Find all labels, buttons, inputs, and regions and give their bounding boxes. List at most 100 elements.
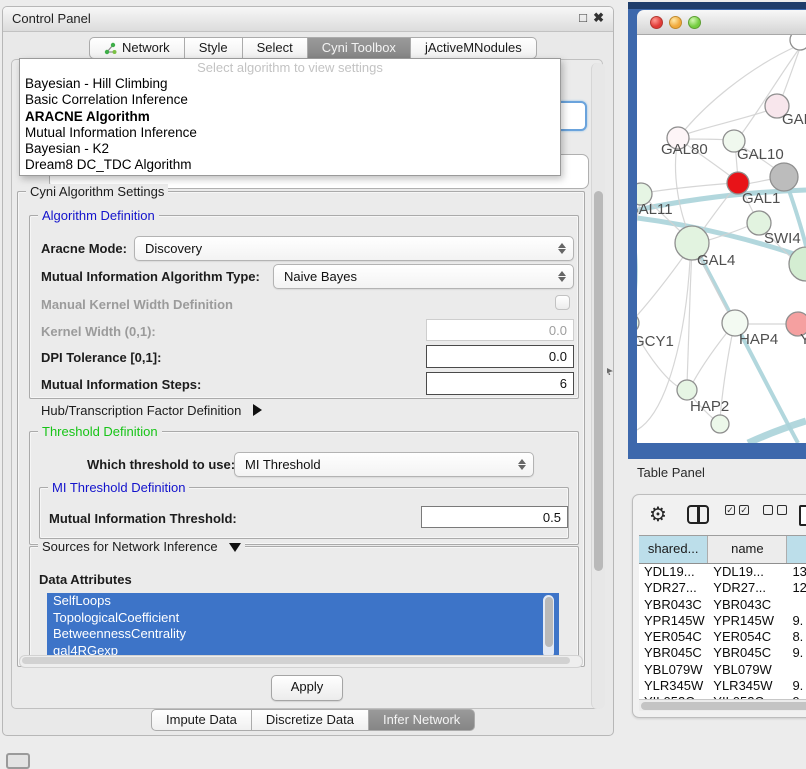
node-label: GAL: [782, 111, 806, 128]
table-row[interactable]: YBR045CYBR045C9.: [639, 645, 806, 661]
manual-kernel-checkbox[interactable]: [555, 295, 570, 310]
table-cell: YBR045C: [639, 645, 708, 661]
node-label: HAP2: [690, 398, 729, 415]
table-cell: YER054C: [639, 629, 708, 645]
table-cell: YER054C: [708, 629, 787, 645]
close-traffic-light-icon[interactable]: [650, 16, 663, 29]
apply-button[interactable]: Apply: [271, 675, 343, 701]
tab-label: Cyni Toolbox: [322, 37, 396, 59]
network-node[interactable]: [677, 380, 697, 400]
table-cell: [787, 597, 806, 613]
tab-style[interactable]: Style: [185, 37, 243, 59]
node-label: GAL10: [737, 146, 784, 163]
tab-jactivemnodules[interactable]: jActiveMNodules: [411, 37, 537, 59]
table-cell: 9.: [787, 645, 806, 661]
scrollbar-thumb[interactable]: [545, 597, 553, 647]
gear-icon[interactable]: ⚙: [649, 505, 667, 525]
stepper-arrows-icon: [558, 237, 566, 260]
network-view-window: GALGAL80GAL10GAL1GAL11SWI4GAL4GCY1HAP4YH…: [628, 2, 806, 459]
tab-select[interactable]: Select: [243, 37, 308, 59]
table-body: YDL19...YDL19...13YDR27...YDR27...12YBR0…: [639, 564, 806, 702]
table-row[interactable]: YPR145WYPR145W9.: [639, 613, 806, 629]
table-row[interactable]: YDR27...YDR27...12: [639, 580, 806, 596]
attribute-item[interactable]: SelfLoops: [47, 593, 559, 610]
table-cell: YDL19...: [708, 564, 787, 580]
control-panel-titlebar: Control Panel □ ✖: [3, 7, 613, 32]
algorithm-hint: Select algorithm to view settings: [20, 59, 560, 76]
close-icon[interactable]: ✖: [593, 10, 604, 26]
sources-title: Sources for Network Inference: [42, 539, 218, 554]
mi-steps-field[interactable]: 6: [426, 372, 574, 395]
minimize-traffic-light-icon[interactable]: [669, 16, 682, 29]
table-row[interactable]: YLR345WYLR345W9.: [639, 678, 806, 694]
algorithm-option[interactable]: Basic Correlation Inference: [20, 92, 560, 108]
table-row[interactable]: YDL19...YDL19...13: [639, 564, 806, 580]
table-cell: YDL19...: [639, 564, 708, 580]
tab-network[interactable]: Network: [89, 37, 185, 59]
tab-cyni-toolbox[interactable]: Cyni Toolbox: [308, 37, 411, 59]
scrollbar-thumb[interactable]: [22, 657, 570, 664]
network-canvas[interactable]: GALGAL80GAL10GAL1GAL11SWI4GAL4GCY1HAP4YH…: [637, 35, 806, 443]
deselect-all-columns-icon[interactable]: [763, 505, 787, 515]
sources-toggle[interactable]: Sources for Network Inference: [38, 539, 245, 554]
table-cell: 8.: [787, 629, 806, 645]
tab-discretize-data[interactable]: Discretize Data: [252, 709, 369, 731]
algorithm-option[interactable]: Dream8 DC_TDC Algorithm: [20, 157, 560, 173]
scrollbar-thumb[interactable]: [641, 702, 806, 710]
table-cell: YDR27...: [639, 580, 708, 596]
tab-infer-network[interactable]: Infer Network: [369, 709, 475, 731]
attribute-item[interactable]: BetweennessCentrality: [47, 626, 559, 643]
select-all-columns-icon[interactable]: ✓✓: [725, 505, 749, 515]
scrollbar-thumb[interactable]: [594, 191, 603, 571]
hub-definition-toggle[interactable]: Hub/Transcription Factor Definition: [41, 403, 262, 418]
settings-horizontal-scrollbar[interactable]: [19, 655, 583, 668]
network-node[interactable]: [770, 163, 798, 191]
kernel-width-field[interactable]: 0.0: [426, 319, 574, 341]
dpi-tolerance-field[interactable]: 0.0: [426, 345, 574, 368]
table-panel: ⚙ ✓✓ shared...name YDL19...YDL19...13YDR…: [632, 494, 806, 718]
attribute-item[interactable]: TopologicalCoefficient: [47, 610, 559, 627]
zoom-traffic-light-icon[interactable]: [688, 16, 701, 29]
node-label: HAP4: [739, 331, 778, 348]
tab-impute-data[interactable]: Impute Data: [151, 709, 252, 731]
attributes-list-scrollbar[interactable]: [543, 595, 554, 658]
settings-vertical-scrollbar[interactable]: [591, 63, 605, 709]
table-cell: 12: [787, 580, 806, 596]
data-attributes-list[interactable]: SelfLoopsTopologicalCoefficientBetweenne…: [47, 593, 559, 660]
document-icon[interactable]: [799, 505, 806, 526]
table-row[interactable]: YBL079WYBL079W: [639, 662, 806, 678]
split-columns-icon[interactable]: [687, 505, 709, 524]
mi-algorithm-type-combobox[interactable]: Naive Bayes: [273, 264, 574, 289]
table-cell: 9.: [787, 678, 806, 694]
manual-kernel-label: Manual Kernel Width Definition: [41, 297, 233, 312]
aracne-mode-combobox[interactable]: Discovery: [134, 236, 574, 261]
group-title: Algorithm Definition: [38, 208, 159, 223]
tab-label: Network: [122, 37, 170, 59]
mi-threshold-field[interactable]: 0.5: [421, 506, 568, 528]
algorithm-option[interactable]: Mutual Information Inference: [20, 125, 560, 141]
node-label: SWI4: [764, 230, 801, 247]
node-table[interactable]: shared...name YDL19...YDL19...13YDR27...…: [639, 535, 806, 702]
column-header[interactable]: [787, 536, 806, 563]
network-window-titlebar[interactable]: [637, 10, 806, 35]
which-threshold-combobox[interactable]: MI Threshold: [234, 452, 534, 477]
node-label: GAL1: [742, 190, 780, 207]
column-header[interactable]: shared...: [639, 536, 708, 563]
table-cell: YBR043C: [708, 597, 787, 613]
column-header[interactable]: name: [708, 536, 787, 563]
table-row[interactable]: YBR043CYBR043C: [639, 597, 806, 613]
mi-steps-label: Mutual Information Steps:: [41, 377, 201, 392]
which-threshold-value: MI Threshold: [245, 457, 321, 472]
group-title: MI Threshold Definition: [48, 480, 189, 495]
table-horizontal-scrollbar[interactable]: [639, 699, 806, 711]
network-node[interactable]: [711, 415, 729, 433]
algorithm-option[interactable]: ARACNE Algorithm: [20, 109, 560, 125]
algorithm-option[interactable]: Bayesian - Hill Climbing: [20, 76, 560, 92]
control-panel-title: Control Panel: [12, 11, 91, 26]
algorithm-option[interactable]: Bayesian - K2: [20, 141, 560, 157]
algorithm-list: Bayesian - Hill ClimbingBasic Correlatio…: [20, 76, 560, 174]
dpi-tolerance-label: DPI Tolerance [0,1]:: [41, 350, 161, 365]
float-icon[interactable]: □: [579, 10, 587, 25]
table-row[interactable]: YER054CYER054C8.: [639, 629, 806, 645]
table-cell: YBL079W: [639, 662, 708, 678]
